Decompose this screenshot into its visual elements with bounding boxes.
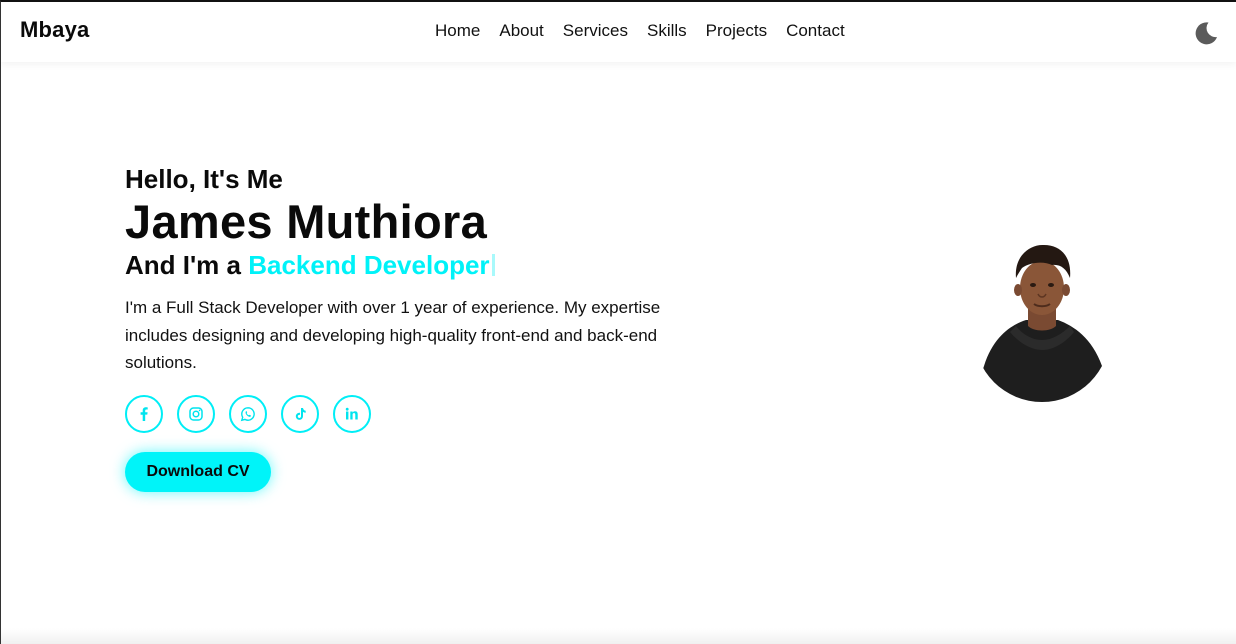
typing-cursor [491, 254, 495, 276]
nav-skills-link[interactable]: Skills [647, 20, 687, 42]
role-prefix: And I'm a [125, 250, 241, 280]
tiktok-icon[interactable] [281, 394, 319, 433]
logo[interactable]: Mbaya [20, 17, 89, 43]
linkedin-icon[interactable] [333, 394, 371, 433]
profile-photo [974, 234, 1110, 402]
social-links [125, 394, 685, 433]
download-cv-button[interactable]: Download CV [125, 451, 271, 492]
hero-description: I'm a Full Stack Developer with over 1 y… [125, 298, 661, 372]
nav-contact-link[interactable]: Contact [786, 20, 845, 42]
moon-icon[interactable] [1193, 20, 1219, 46]
facebook-icon[interactable] [125, 394, 163, 433]
instagram-icon[interactable] [177, 394, 215, 433]
bottom-shadow [1, 628, 1236, 644]
nav-home-link[interactable]: Home [435, 20, 480, 42]
nav-about-link[interactable]: About [499, 20, 543, 42]
hero-greeting: Hello, It's Me [125, 164, 283, 194]
nav-projects-link[interactable]: Projects [706, 20, 767, 42]
navbar: Mbaya Home About Services Skills Project… [1, 2, 1236, 62]
hero-name: James Muthiora [125, 195, 488, 248]
hero-section: Hello, It's Me James Muthiora And I'm a … [125, 162, 685, 492]
role-text: Backend Developer [248, 250, 490, 280]
hero-role-line: And I'm a Backend Developer [125, 248, 685, 282]
nav-links: Home About Services Skills Projects Cont… [435, 20, 864, 42]
nav-services-link[interactable]: Services [563, 20, 628, 42]
whatsapp-icon[interactable] [229, 394, 267, 433]
page: Mbaya Home About Services Skills Project… [0, 0, 1236, 644]
